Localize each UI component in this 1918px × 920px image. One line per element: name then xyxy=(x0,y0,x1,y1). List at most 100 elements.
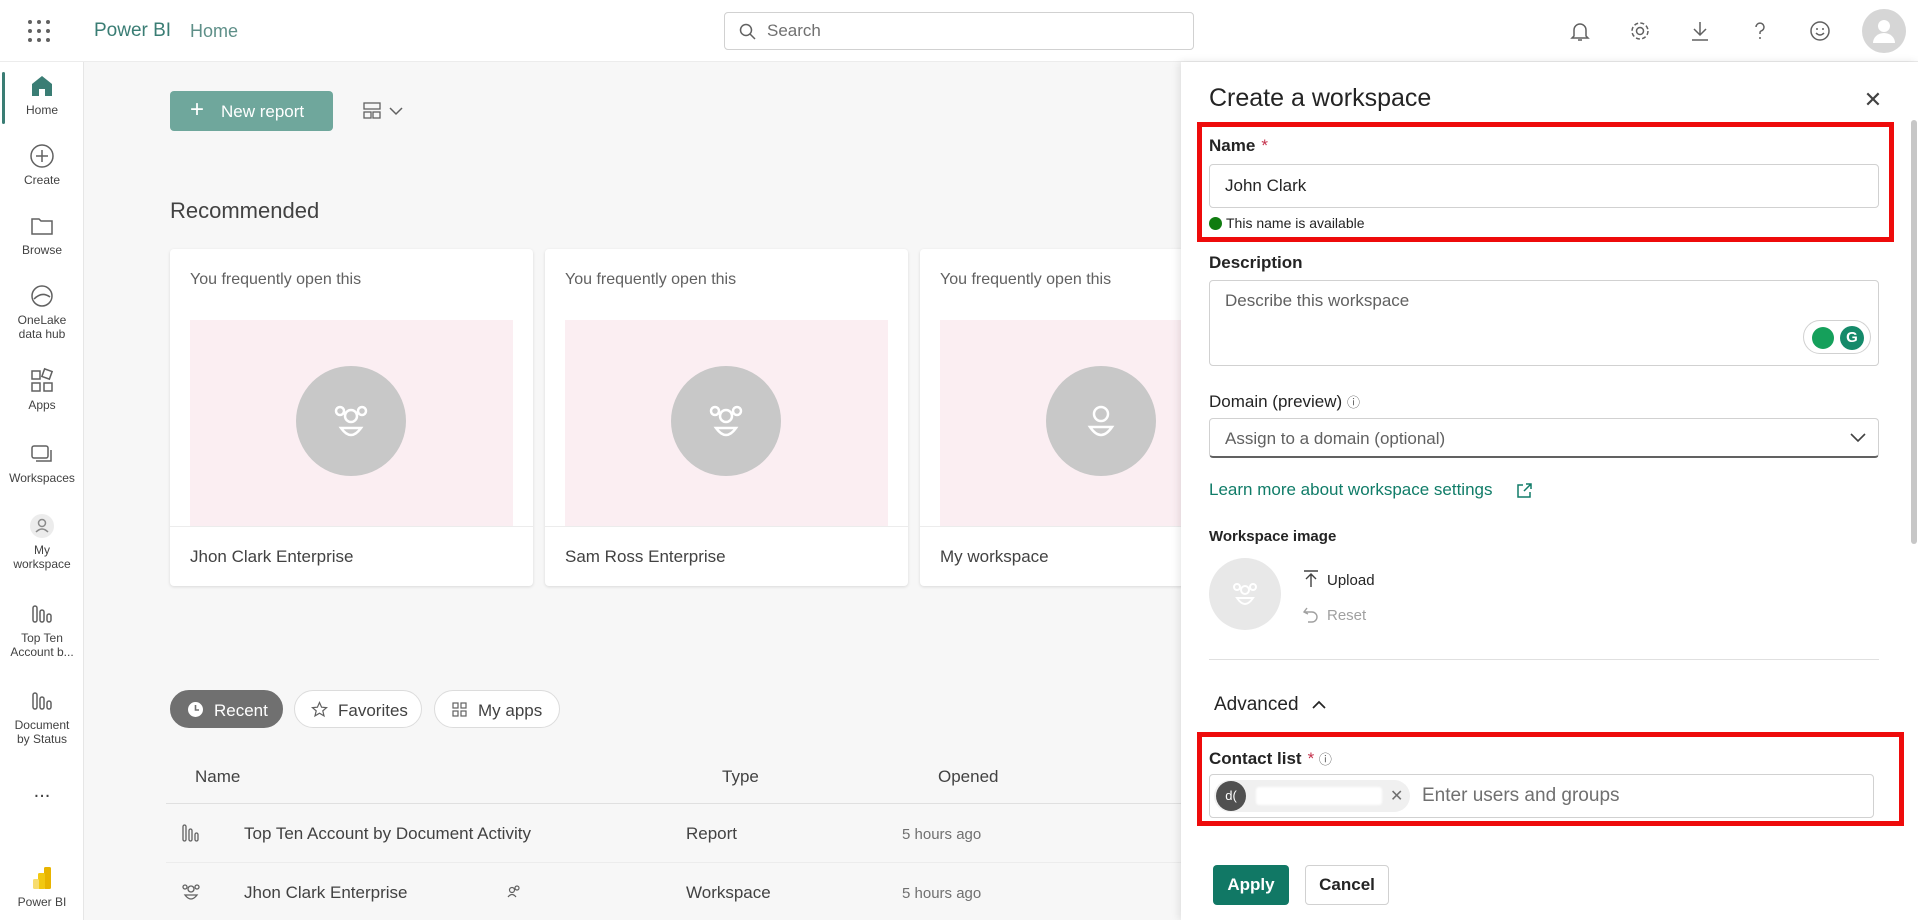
nav-document-label-1: Document xyxy=(14,718,70,732)
nav-browse-label: Browse xyxy=(21,243,62,257)
nav-powerbi[interactable]: Power BI xyxy=(0,864,84,909)
apps-icon xyxy=(31,367,54,392)
column-header-opened[interactable]: Opened xyxy=(938,767,999,787)
apply-button[interactable]: Apply xyxy=(1213,865,1289,905)
card-name: My workspace xyxy=(940,547,1049,566)
breadcrumb[interactable]: Home xyxy=(190,21,238,42)
cancel-button[interactable]: Cancel xyxy=(1305,865,1389,905)
description-textarea[interactable] xyxy=(1209,280,1879,366)
nav-my-workspace-label-2: workspace xyxy=(13,557,71,571)
upload-label: Upload xyxy=(1327,572,1375,589)
card-name: Sam Ross Enterprise xyxy=(565,547,726,566)
panel-scrollbar[interactable] xyxy=(1911,120,1917,544)
grammarly-icon[interactable]: G xyxy=(1840,326,1864,350)
workspace-icon xyxy=(296,366,406,476)
nav-apps[interactable]: Apps xyxy=(0,367,84,412)
writing-assistant-widget[interactable]: G xyxy=(1803,320,1871,354)
chevron-down-icon xyxy=(1850,433,1866,443)
tab-favorites-label: Favorites xyxy=(338,701,408,720)
nav-workspaces[interactable]: Workspaces xyxy=(0,440,84,485)
help-icon[interactable] xyxy=(1748,19,1772,43)
download-icon[interactable] xyxy=(1688,19,1712,43)
advanced-label: Advanced xyxy=(1214,694,1299,715)
tab-favorites[interactable]: Favorites xyxy=(294,690,422,728)
lightbulb-icon[interactable] xyxy=(1812,327,1834,349)
folder-icon xyxy=(31,218,53,235)
nav-my-workspace-label-1: My xyxy=(34,543,50,557)
brand-title[interactable]: Power BI xyxy=(94,20,171,42)
nav-onelake-label-2: data hub xyxy=(18,327,66,341)
search-icon xyxy=(739,23,756,40)
column-header-type[interactable]: Type xyxy=(722,767,759,787)
account-icon xyxy=(1873,20,1895,43)
left-nav-rail: Home Create Browse OneLake data hub Apps… xyxy=(0,62,84,920)
row-type: Workspace xyxy=(686,883,771,902)
nav-document-label-2: by Status xyxy=(16,732,68,746)
search-box[interactable] xyxy=(724,12,1194,50)
new-report-button[interactable]: + New report xyxy=(170,91,333,131)
gear-icon[interactable] xyxy=(1628,19,1652,43)
nav-create[interactable]: Create xyxy=(0,142,84,187)
nav-apps-label: Apps xyxy=(28,398,56,412)
row-opened: 5 hours ago xyxy=(902,885,982,902)
advanced-toggle[interactable]: Advanced xyxy=(1214,694,1326,716)
recommended-card[interactable]: You frequently open this Jhon Clark Ente… xyxy=(170,249,533,586)
upload-button[interactable]: Upload xyxy=(1303,567,1375,589)
recommended-card[interactable]: You frequently open this My workspace xyxy=(920,249,1181,586)
nav-top-ten-report[interactable]: Top Ten Account b... xyxy=(0,600,84,659)
nav-home[interactable]: Home xyxy=(0,72,84,117)
tab-my-apps[interactable]: My apps xyxy=(434,690,560,728)
nav-browse[interactable]: Browse xyxy=(0,212,84,257)
info-icon[interactable]: ⓘ xyxy=(1347,395,1360,410)
nav-powerbi-label: Power BI xyxy=(17,895,67,909)
card-subtitle: You frequently open this xyxy=(190,271,362,288)
onelake-icon xyxy=(31,285,53,307)
powerbi-logo-icon xyxy=(33,867,51,889)
table-row[interactable]: Jhon Clark Enterprise Workspace 5 hours … xyxy=(166,863,1181,920)
home-content: + New report Recommended You frequently … xyxy=(84,62,1181,920)
nav-document-by-status[interactable]: Document by Status xyxy=(0,687,84,746)
home-icon xyxy=(32,76,52,96)
nav-top-ten-label-2: Account b... xyxy=(10,645,74,659)
account-avatar[interactable] xyxy=(1862,9,1906,53)
more-icon: ... xyxy=(33,780,51,802)
tab-recent-label: Recent xyxy=(214,701,268,720)
close-icon[interactable]: ✕ xyxy=(1861,88,1885,112)
reset-button[interactable]: Reset xyxy=(1302,602,1366,624)
feedback-icon[interactable] xyxy=(1808,19,1832,43)
card-thumbnail xyxy=(565,320,888,526)
domain-dropdown[interactable]: Assign to a domain (optional) xyxy=(1209,418,1879,458)
bell-icon[interactable] xyxy=(1568,19,1592,43)
row-name[interactable]: Jhon Clark Enterprise xyxy=(244,883,407,903)
column-header-name[interactable]: Name xyxy=(195,767,240,787)
nav-my-workspace[interactable]: My workspace xyxy=(0,512,84,571)
workspaces-icon xyxy=(31,445,52,462)
row-name[interactable]: Top Ten Account by Document Activity xyxy=(244,824,531,844)
app-launcher-icon[interactable] xyxy=(28,20,50,42)
report-icon xyxy=(182,824,199,842)
domain-dropdown-value: Assign to a domain (optional) xyxy=(1225,429,1446,448)
layout-toggle-icon[interactable] xyxy=(362,98,412,124)
card-thumbnail xyxy=(190,320,513,526)
table-row[interactable]: Top Ten Account by Document Activity Rep… xyxy=(166,804,1181,862)
workspace-icon xyxy=(1233,583,1257,605)
learn-more-link[interactable]: Learn more about workspace settings xyxy=(1209,480,1493,500)
nav-top-ten-label-1: Top Ten xyxy=(21,631,63,645)
star-icon xyxy=(311,701,328,718)
card-divider xyxy=(545,526,908,527)
apps-icon xyxy=(452,702,467,717)
domain-label-text: Domain (preview) xyxy=(1209,392,1343,411)
row-type: Report xyxy=(686,824,738,843)
report-icon xyxy=(32,605,52,623)
recommended-card[interactable]: You frequently open this Sam Ross Enterp… xyxy=(545,249,908,586)
tab-recent[interactable]: Recent xyxy=(170,690,283,728)
nav-more[interactable]: ... xyxy=(0,781,84,801)
domain-label: Domain (preview) ⓘ xyxy=(1209,392,1360,412)
nav-onelake[interactable]: OneLake data hub xyxy=(0,282,84,341)
description-label: Description xyxy=(1209,253,1303,272)
external-link-icon[interactable] xyxy=(1515,482,1533,500)
nav-home-label: Home xyxy=(25,103,58,117)
report-icon xyxy=(32,692,52,710)
search-input[interactable] xyxy=(767,13,1177,49)
highlight-contact-field xyxy=(1197,732,1904,826)
